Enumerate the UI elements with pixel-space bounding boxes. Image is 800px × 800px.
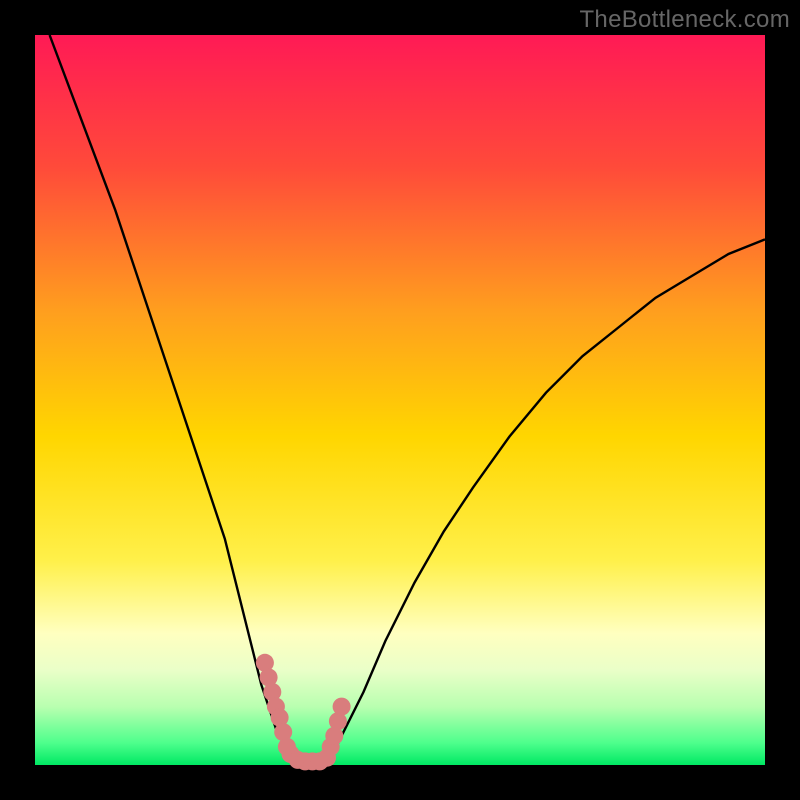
chart-svg [0,0,800,800]
highlight-dot [333,698,351,716]
plot-gradient-background [35,35,765,765]
chart-frame: TheBottleneck.com [0,0,800,800]
watermark-label: TheBottleneck.com [579,6,790,34]
